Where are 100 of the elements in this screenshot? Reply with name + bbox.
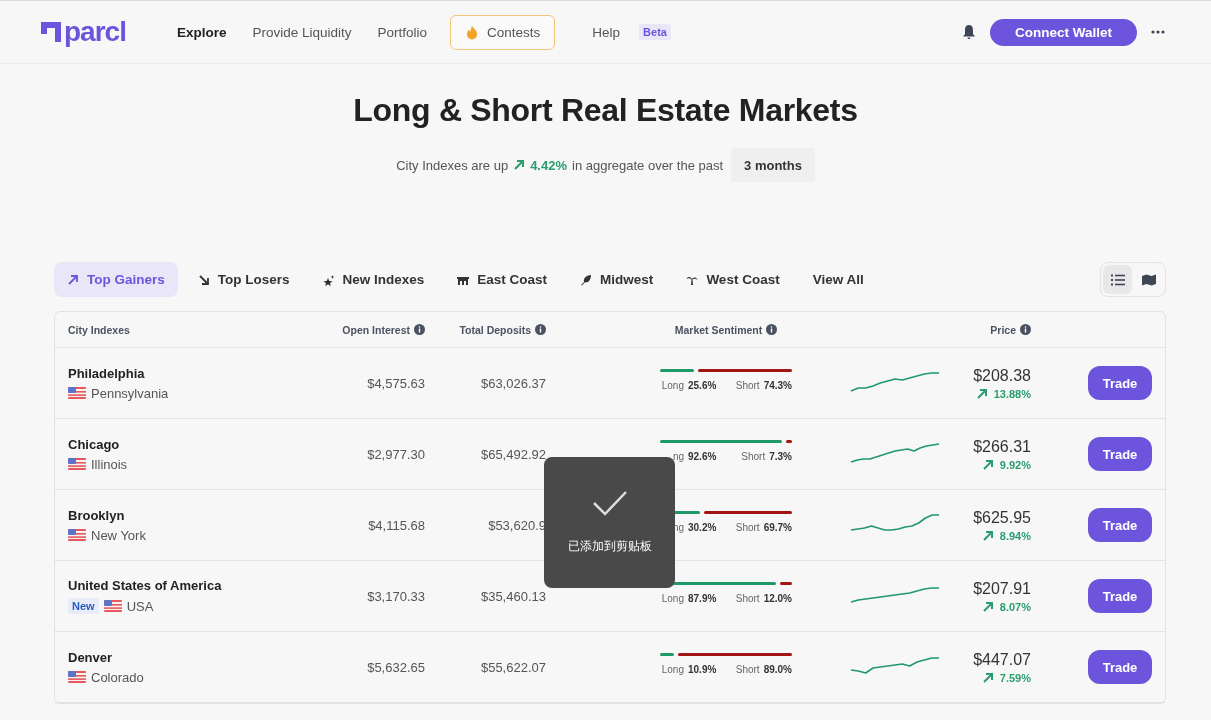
long-value: 92.6% — [688, 451, 717, 462]
region-name: Illinois — [91, 456, 128, 472]
column-header: Price — [990, 323, 1016, 336]
arrow-up-right-icon — [981, 600, 994, 613]
info-icon — [535, 324, 546, 335]
price-change: 8.94% — [999, 529, 1031, 542]
filter-tab[interactable]: East Coast — [444, 262, 561, 297]
beta-badge: Beta — [639, 24, 671, 40]
logo-text[interactable]: parcl — [64, 18, 126, 46]
short-value: 74.3% — [763, 380, 792, 391]
filter-tab[interactable]: Midwest — [567, 262, 667, 297]
open-interest-cell-text: $4,115.68 — [367, 517, 425, 533]
region-name: USA — [126, 598, 154, 614]
long-label: Long — [660, 593, 684, 604]
flag-icon — [103, 600, 122, 612]
price-value: $208.38 — [973, 366, 1031, 385]
region-name: New York — [91, 527, 146, 543]
short-label: Short — [735, 593, 760, 604]
deposits-cell-text: $53,620.9 — [487, 517, 546, 533]
trade-button[interactable]: Trade — [1088, 437, 1152, 471]
column-header: Open Interest — [342, 323, 410, 336]
long-value: 87.9% — [688, 593, 717, 604]
column-header: Total Deposits — [459, 323, 531, 336]
map-icon — [1141, 273, 1156, 286]
city-name: Philadelphia — [68, 365, 146, 381]
arrow-up-right-icon — [67, 273, 79, 286]
arrow-up-right-icon — [981, 458, 994, 471]
check-icon — [591, 490, 628, 516]
nav-link[interactable]: Provide Liquidity — [239, 24, 365, 40]
price-value: $266.31 — [973, 437, 1031, 456]
city-name: Denver — [68, 649, 114, 665]
flag-icon — [68, 458, 86, 470]
region-name: Colorado — [91, 669, 144, 685]
long-label: Long — [660, 380, 684, 391]
short-value: 7.3% — [769, 451, 792, 462]
short-label: Short — [735, 522, 760, 533]
short-label: Short — [735, 664, 760, 675]
filter-tab[interactable]: West Coast — [673, 262, 793, 297]
list-icon — [1110, 273, 1125, 286]
filter-tab[interactable]: View All — [799, 262, 877, 297]
price-change: 9.92% — [999, 458, 1031, 471]
long-value: 25.6% — [688, 380, 717, 391]
info-icon — [1020, 324, 1031, 335]
nav-link[interactable]: Help — [579, 24, 634, 40]
region-name: Pennsylvania — [91, 385, 169, 401]
summary-text: City Indexes are up — [396, 157, 509, 173]
price-value: $447.07 — [973, 650, 1031, 669]
short-value: 69.7% — [763, 522, 792, 533]
contests-button[interactable]: Contests — [450, 14, 556, 50]
change-value: 4.42% — [530, 157, 567, 173]
open-interest-cell-text: $3,170.33 — [366, 588, 425, 604]
column-header: Market Sentiment — [674, 323, 763, 336]
long-value: 10.9% — [688, 664, 717, 675]
long-label: Long — [660, 664, 684, 675]
open-interest-cell-text: $5,632.65 — [366, 659, 425, 675]
bell-icon — [962, 24, 976, 40]
filter-tab[interactable]: Top Gainers — [54, 262, 178, 297]
info-icon — [766, 324, 778, 335]
more-icon — [1151, 30, 1165, 34]
arrow-up-right-icon — [513, 159, 526, 171]
city-name: Brooklyn — [68, 507, 126, 523]
info-icon — [414, 324, 425, 335]
arrow-down-right-icon — [197, 273, 210, 286]
period-button[interactable]: 3 months — [731, 148, 815, 182]
connect-wallet-button[interactable]: Connect Wallet — [990, 18, 1137, 46]
list-view-button[interactable] — [1103, 265, 1132, 294]
arrow-up-right-icon — [981, 671, 994, 684]
filter-tab[interactable]: Top Losers — [184, 262, 303, 297]
trade-button[interactable]: Trade — [1088, 366, 1152, 400]
open-interest-cell-text: $2,977.30 — [366, 446, 425, 462]
flame-icon — [465, 24, 480, 40]
deposits-cell-text: $65,492.92 — [479, 446, 546, 462]
flag-icon — [68, 387, 86, 399]
city-name: United States of America — [68, 578, 223, 593]
price-change: 8.07% — [999, 600, 1031, 613]
trade-button[interactable]: Trade — [1088, 508, 1152, 542]
arrow-up-right-icon — [981, 529, 994, 542]
summary-text: in aggregate over the past — [572, 157, 724, 173]
logo-icon — [40, 21, 62, 43]
sparkle-star-icon — [322, 273, 335, 286]
filter-tab[interactable]: New Indexes — [309, 262, 438, 297]
page-title: Long & Short Real Estate Markets — [353, 92, 858, 129]
flag-icon — [68, 671, 86, 683]
arrow-up-right-icon — [975, 387, 988, 400]
column-header: City Indexes — [68, 323, 130, 336]
nav-link[interactable]: Portfolio — [364, 24, 441, 40]
flag-icon — [68, 529, 86, 541]
trade-button[interactable]: Trade — [1088, 579, 1152, 613]
deposits-cell-text: $55,622.07 — [479, 659, 546, 675]
price-change: 7.59% — [999, 671, 1031, 684]
price-change: 13.88% — [993, 387, 1031, 400]
price-value: $207.91 — [973, 579, 1031, 598]
nav-link[interactable]: Explore — [163, 24, 240, 40]
city-name: Chicago — [68, 436, 121, 452]
trade-button[interactable]: Trade — [1088, 650, 1152, 684]
short-value: 12.0% — [763, 593, 792, 604]
toast-message: 已添加到剪贴板 — [567, 538, 652, 555]
short-label: Short — [741, 451, 766, 462]
deposits-cell-text: $35,460.13 — [479, 588, 546, 604]
deposits-cell-text: $63,026.37 — [479, 375, 546, 391]
